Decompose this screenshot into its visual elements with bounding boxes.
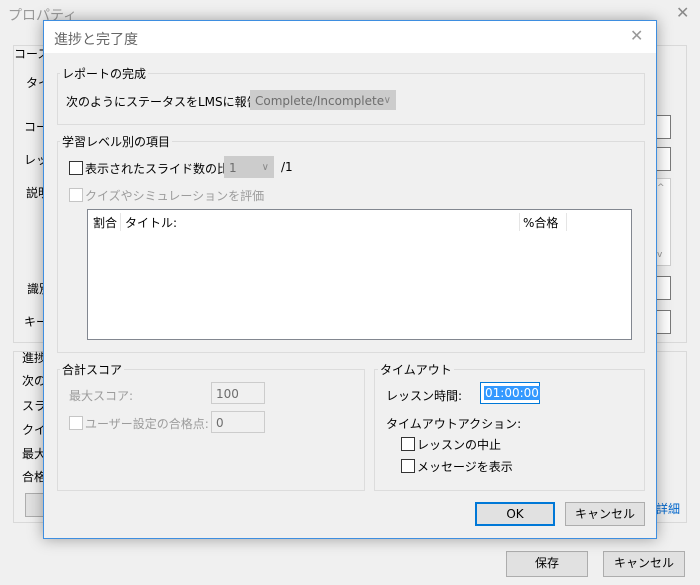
col-pass-header[interactable]: %合格	[523, 214, 558, 231]
scroll-down-icon[interactable]: v	[657, 250, 662, 260]
dialog-title: 進捗と完了度	[54, 32, 138, 48]
report-status-select[interactable]: Complete/Incomplete ∨	[250, 90, 396, 110]
max-score-input[interactable]: 100	[211, 382, 265, 404]
custom-pass-input[interactable]: 0	[211, 411, 265, 433]
show-message-checkbox[interactable]	[401, 459, 415, 473]
progress-dialog: 進捗と完了度 ✕ レポートの完成 次のようにステータスをLMSに報告する: Co…	[43, 20, 657, 539]
detail-link[interactable]: 詳細	[656, 500, 680, 517]
timeout-group-label: タイムアウト	[378, 361, 454, 378]
custom-pass-checkbox[interactable]	[69, 416, 83, 430]
col-divider	[519, 213, 520, 231]
custom-pass-label: ユーザー設定の合格点:	[85, 417, 209, 431]
lesson-time-input[interactable]: 01:00:00	[480, 382, 540, 404]
timeout-action-label: タイムアウトアクション:	[386, 417, 522, 431]
lesson-time-label: レッスン時間:	[386, 389, 463, 403]
close-icon[interactable]: ✕	[676, 3, 689, 22]
chevron-down-icon: ∨	[261, 162, 269, 173]
slides-ratio-value: 1	[229, 161, 237, 175]
col-ratio-header[interactable]: 割合	[93, 214, 117, 231]
bg-code-input[interactable]	[655, 115, 671, 139]
evaluate-quiz-checkbox[interactable]	[69, 188, 83, 202]
quiz-list[interactable]: 割合 タイトル: %合格	[87, 209, 632, 340]
report-status-value: Complete/Incomplete	[255, 94, 385, 108]
chevron-down-icon: ∨	[383, 95, 391, 106]
slides-ratio-select[interactable]: 1 ∨	[224, 156, 274, 178]
abort-lesson-checkbox[interactable]	[401, 437, 415, 451]
dialog-titlebar: 進捗と完了度 ✕	[44, 21, 656, 53]
lesson-time-value: 01:00:00	[484, 386, 540, 400]
abort-lesson-label: レッスンの中止	[417, 438, 502, 452]
bg-keyword-input[interactable]	[655, 310, 671, 334]
report-group-label: レポートの完成	[60, 65, 149, 82]
bg-id-input[interactable]	[655, 276, 671, 300]
slides-total: /1	[281, 160, 293, 174]
col-title-header[interactable]: タイトル:	[125, 214, 177, 231]
slides-ratio-label: 表示されたスライド数の比率:	[85, 162, 246, 176]
col-divider	[566, 213, 567, 231]
col-divider	[120, 213, 121, 231]
dialog-close-icon[interactable]: ✕	[630, 26, 643, 45]
max-score-label: 最大スコア:	[69, 389, 134, 403]
score-group-label: 合計スコア	[60, 361, 125, 378]
bg-cancel-button[interactable]: キャンセル	[603, 551, 685, 577]
learning-group-label: 学習レベル別の項目	[60, 133, 173, 150]
bg-lesson-input[interactable]	[655, 147, 671, 171]
ok-button[interactable]: OK	[475, 502, 555, 526]
save-button[interactable]: 保存	[506, 551, 588, 577]
scroll-up-icon[interactable]: ^	[657, 183, 665, 193]
show-message-label: メッセージを表示	[417, 460, 513, 474]
dialog-cancel-button[interactable]: キャンセル	[565, 502, 645, 526]
evaluate-quiz-label: クイズやシミュレーションを評価	[85, 189, 265, 203]
bg-left-button[interactable]	[25, 493, 45, 517]
slides-ratio-checkbox[interactable]	[69, 161, 83, 175]
